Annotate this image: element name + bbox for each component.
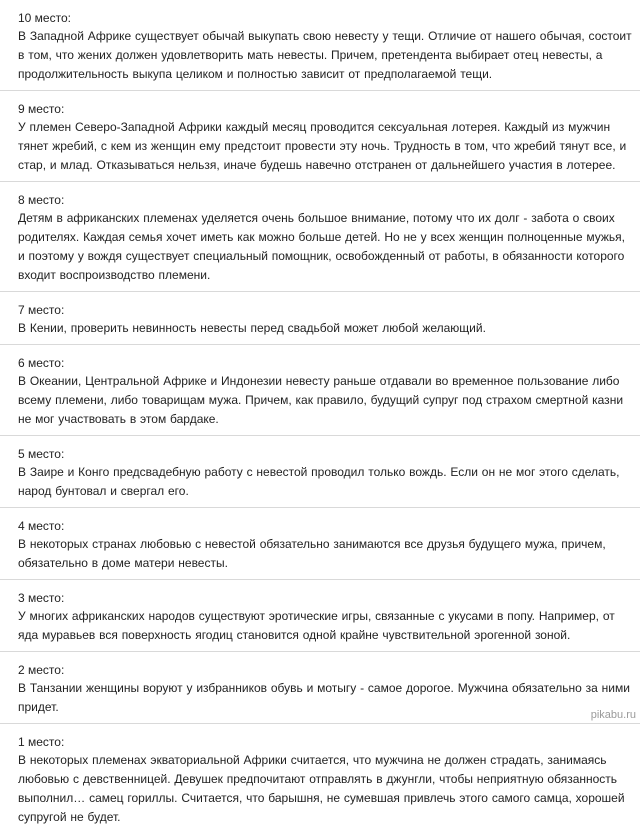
ranking-entry-6: 6 место: В Океании, Центральной Африке и…: [18, 354, 632, 429]
ranking-entry-3: 3 место: У многих африканских народов су…: [18, 589, 632, 645]
entry-text: В Западной Африке существует обычай выку…: [18, 29, 632, 81]
place-label: 2 место:: [18, 663, 65, 677]
entry-text: У племен Северо-Западной Африки каждый м…: [18, 120, 627, 172]
entry-text: Детям в африканских племенах уделяется о…: [18, 211, 625, 282]
site-watermark: pikabu.ru: [590, 709, 636, 721]
entry-text: В Заире и Конго предсвадебную работу с н…: [18, 465, 620, 498]
ranking-entry-2: 2 место: В Танзании женщины воруют у изб…: [18, 661, 632, 717]
place-label: 10 место:: [18, 11, 71, 25]
divider: [0, 181, 640, 182]
ranking-entry-1: 1 место: В некоторых племенах экваториал…: [18, 733, 632, 827]
ranking-entry-9: 9 место: У племен Северо-Западной Африки…: [18, 100, 632, 175]
divider: [0, 291, 640, 292]
entry-text: В Кении, проверить невинность невесты пе…: [18, 321, 486, 335]
divider: [0, 507, 640, 508]
divider: [0, 651, 640, 652]
entry-text: В некоторых племенах экваториальной Афри…: [18, 753, 625, 824]
ranking-entry-5: 5 место: В Заире и Конго предсвадебную р…: [18, 445, 632, 501]
ranking-entry-7: 7 место: В Кении, проверить невинность н…: [18, 301, 632, 338]
entry-text: В Танзании женщины воруют у избранников …: [18, 681, 630, 714]
entry-text: У многих африканских народов существуют …: [18, 609, 615, 642]
divider: [0, 579, 640, 580]
place-label: 3 место:: [18, 591, 65, 605]
place-label: 9 место:: [18, 102, 65, 116]
ranking-entry-8: 8 место: Детям в африканских племенах уд…: [18, 191, 632, 285]
place-label: 4 место:: [18, 519, 65, 533]
place-label: 7 место:: [18, 303, 65, 317]
place-label: 5 место:: [18, 447, 65, 461]
divider: [0, 344, 640, 345]
ranking-entry-10: 10 место: В Западной Африке существует о…: [18, 9, 632, 84]
ranking-entry-4: 4 место: В некоторых странах любовью с н…: [18, 517, 632, 573]
place-label: 1 место:: [18, 735, 65, 749]
divider: [0, 435, 640, 436]
place-label: 8 место:: [18, 193, 65, 207]
entry-text: В Океании, Центральной Африке и Индонези…: [18, 374, 624, 426]
ranking-list: 10 место: В Западной Африке существует о…: [0, 9, 640, 827]
entry-text: В некоторых странах любовью с невестой о…: [18, 537, 606, 570]
article-page: 10 место: В Западной Африке существует о…: [0, 0, 640, 824]
place-label: 6 место:: [18, 356, 65, 370]
divider: [0, 90, 640, 91]
